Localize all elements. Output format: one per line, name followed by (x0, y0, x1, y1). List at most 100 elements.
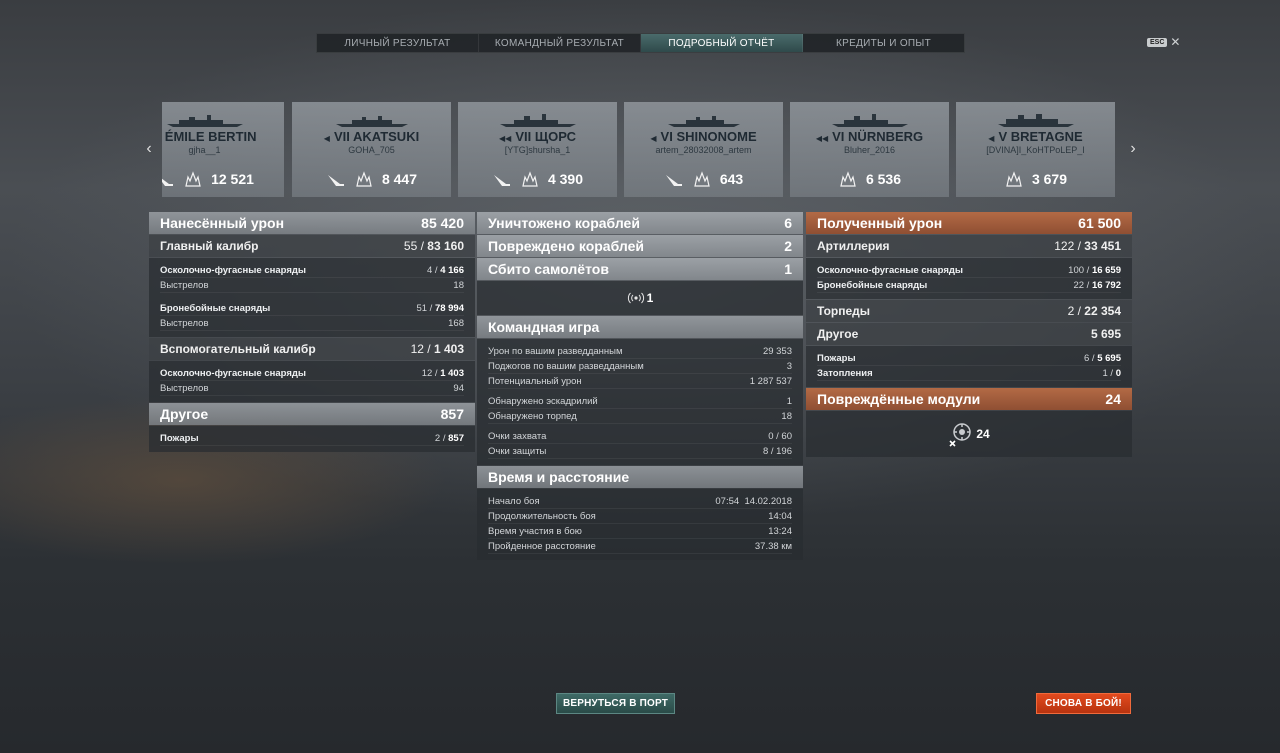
ship-card[interactable]: V ÉMILE BERTIN gjha__1 12 521 (162, 102, 284, 197)
tab-credits-xp[interactable]: КРЕДИТЫ И ОПЫТ (803, 34, 964, 52)
stat-hits: 22 (1073, 279, 1085, 291)
torpedo-icon (162, 178, 174, 186)
ship-name: BRETAGNE (1010, 129, 1083, 144)
stat-value: 14:04 (768, 510, 792, 522)
ships-destroyed-value: 6 (784, 215, 792, 231)
damage-dealt-title: Нанесённый урон (160, 215, 285, 231)
stat-value: 29 353 (762, 345, 792, 357)
ship-class-icon: ◀◀ (815, 134, 829, 143)
ship-player: gjha__1 (188, 145, 221, 155)
damaged-modules-title: Повреждённые модули (817, 391, 981, 407)
tab-personal-result[interactable]: ЛИЧНЫЙ РЕЗУЛЬТАТ (317, 34, 479, 52)
stat-row: Обнаружено эскадрилий 1 (488, 394, 792, 409)
carousel-next-arrow[interactable]: › (1126, 140, 1140, 158)
ship-card[interactable]: ◀ V BRETAGNE [DVINA]I_KoHTPoLEP_I 3 679 (956, 102, 1115, 197)
carousel-prev-arrow[interactable]: ‹ (142, 140, 156, 158)
stat-value: 3 (786, 360, 792, 372)
stat-label: Урон по вашим разведданным (488, 345, 623, 357)
stat-hits: 1 (1102, 367, 1108, 379)
torpedoes-value: 22 354 (1084, 304, 1121, 318)
ship-damage: 8 447 (381, 171, 418, 187)
damaged-modules-count: 24 (976, 427, 990, 441)
torpedoes-title: Торпеды (817, 304, 871, 318)
damage-dealt-total: 85 420 (421, 215, 464, 231)
ship-tier: VII (333, 129, 350, 144)
main-battery-header: Главный калибр 55 / 83 160 (149, 235, 475, 257)
ships-destroyed-row: Уничтожено кораблей 6 (477, 212, 803, 234)
stat-hits: 6 (1084, 352, 1090, 364)
stat-label: Бронебойные снаряды (160, 302, 271, 314)
tab-team-result[interactable]: КОМАНДНЫЙ РЕЗУЛЬТАТ (479, 34, 641, 52)
ship-tier: VI (660, 129, 673, 144)
stat-value: 1 (786, 395, 792, 407)
stat-label: Продолжительность боя (488, 510, 596, 522)
close-button[interactable]: ESC ✕ (1147, 35, 1181, 49)
close-icon: ✕ (1170, 35, 1181, 49)
fire-icon (1006, 171, 1022, 187)
ship-card[interactable]: ◀ VII AKATSUKI GOHA_705 8 447 (292, 102, 451, 197)
stat-row: Пожары 6 / 5 695 (817, 351, 1121, 366)
stat-row: Выстрелов 94 (160, 381, 464, 396)
artillery-details: Осколочно-фугасные снаряды 100 / 16 659 Б… (806, 258, 1132, 299)
stat-value: 0 (1115, 367, 1121, 379)
torpedo-icon (327, 175, 344, 186)
stat-value: 4 166 (440, 264, 464, 276)
stat-value: 18 (781, 410, 792, 422)
main-battery-hits: 55 (403, 239, 418, 253)
ship-card[interactable]: ◀ VI SHINONOME artem_28032008_artem 643 (624, 102, 783, 197)
fire-icon (522, 171, 538, 187)
ship-silhouette-icon (500, 114, 576, 127)
damage-dealt-header: Нанесённый урон 85 420 (149, 212, 475, 234)
stat-value: 0 / 60 (768, 430, 792, 442)
stat-label: Выстрелов (160, 382, 209, 394)
received-other-value: 5 695 (1090, 327, 1121, 341)
stat-row: Бронебойные снаряды 51 / 78 994 (160, 301, 464, 316)
stat-row: Очки защиты 8 / 196 (488, 444, 792, 459)
tab-detailed-report[interactable]: ПОДРОБНЫЙ ОТЧЁТ (641, 34, 803, 52)
damaged-modules-box: 24 (806, 411, 1132, 457)
stat-hits: 100 (1068, 264, 1085, 276)
ship-class-icon: ◀ (323, 134, 330, 143)
stat-row: Пройденное расстояние 37.38 км (488, 539, 792, 554)
return-to-port-button[interactable]: ВЕРНУТЬСЯ В ПОРТ (556, 693, 675, 714)
stat-label: Выстрелов (160, 279, 209, 291)
secondary-battery-hits: 12 (410, 342, 424, 356)
stat-label: Выстрелов (160, 317, 209, 329)
time-distance-details: Начало боя 07:54 14.02.2018 Продолжительн… (477, 489, 803, 560)
stat-hits: 12 (421, 367, 433, 379)
ship-class-icon: ◀◀ (499, 134, 512, 143)
received-other-details: Пожары 6 / 5 695 Затопления 1 / 0 (806, 346, 1132, 387)
stat-label: Осколочно-фугасные снаряды (160, 367, 307, 379)
ship-damage: 3 679 (1031, 171, 1068, 187)
stat-label: Поджогов по вашим разведданным (488, 360, 644, 372)
ship-class-icon: ◀ (650, 134, 657, 143)
ship-silhouette-icon (668, 116, 740, 127)
artillery-title: Артиллерия (817, 239, 890, 253)
artillery-hits: 122 (1054, 239, 1075, 253)
stat-label: Осколочно-фугасные снаряды (160, 264, 307, 276)
damaged-module-icon (949, 423, 972, 447)
damage-dealt-panel: Нанесённый урон 85 420 Главный калибр 55… (149, 212, 475, 453)
ship-damage: 12 521 (211, 171, 254, 187)
stat-row: Осколочно-фугасные снаряды 12 / 1 403 (160, 366, 464, 381)
ship-card[interactable]: ◀◀ VI NÜRNBERG Bluher_2016 6 536 (790, 102, 949, 197)
secondary-battery-details: Осколочно-фугасные снаряды 12 / 1 403 Выс… (149, 361, 475, 402)
dealt-other-value: 857 (440, 406, 464, 422)
ship-damage: 643 (719, 171, 744, 187)
ship-silhouette-icon (336, 116, 408, 127)
stat-row: Потенциальный урон 1 287 537 (488, 374, 792, 389)
damage-received-panel: Полученный урон 61 500 Артиллерия 122 / … (806, 212, 1132, 458)
stat-value: 37.38 км (754, 540, 792, 552)
ship-tier: V (998, 129, 1008, 144)
stat-row: Осколочно-фугасные снаряды 100 / 16 659 (817, 263, 1121, 278)
ship-card[interactable]: ◀◀ VII ЩОРС [YTG]shursha_1 4 390 (458, 102, 617, 197)
stat-value: 18 (453, 279, 464, 291)
ship-tier: VI (832, 129, 845, 144)
stat-label: Пожары (817, 352, 856, 364)
battle-again-button[interactable]: СНОВА В БОЙ! (1036, 693, 1131, 714)
stat-value: 1 403 (440, 367, 464, 379)
artillery-header: Артиллерия 122 / 33 451 (806, 235, 1132, 257)
planes-shot-label: Сбито самолётов (488, 261, 609, 277)
team-play-title: Командная игра (488, 319, 600, 335)
ship-name: NÜRNBERG (848, 129, 924, 144)
